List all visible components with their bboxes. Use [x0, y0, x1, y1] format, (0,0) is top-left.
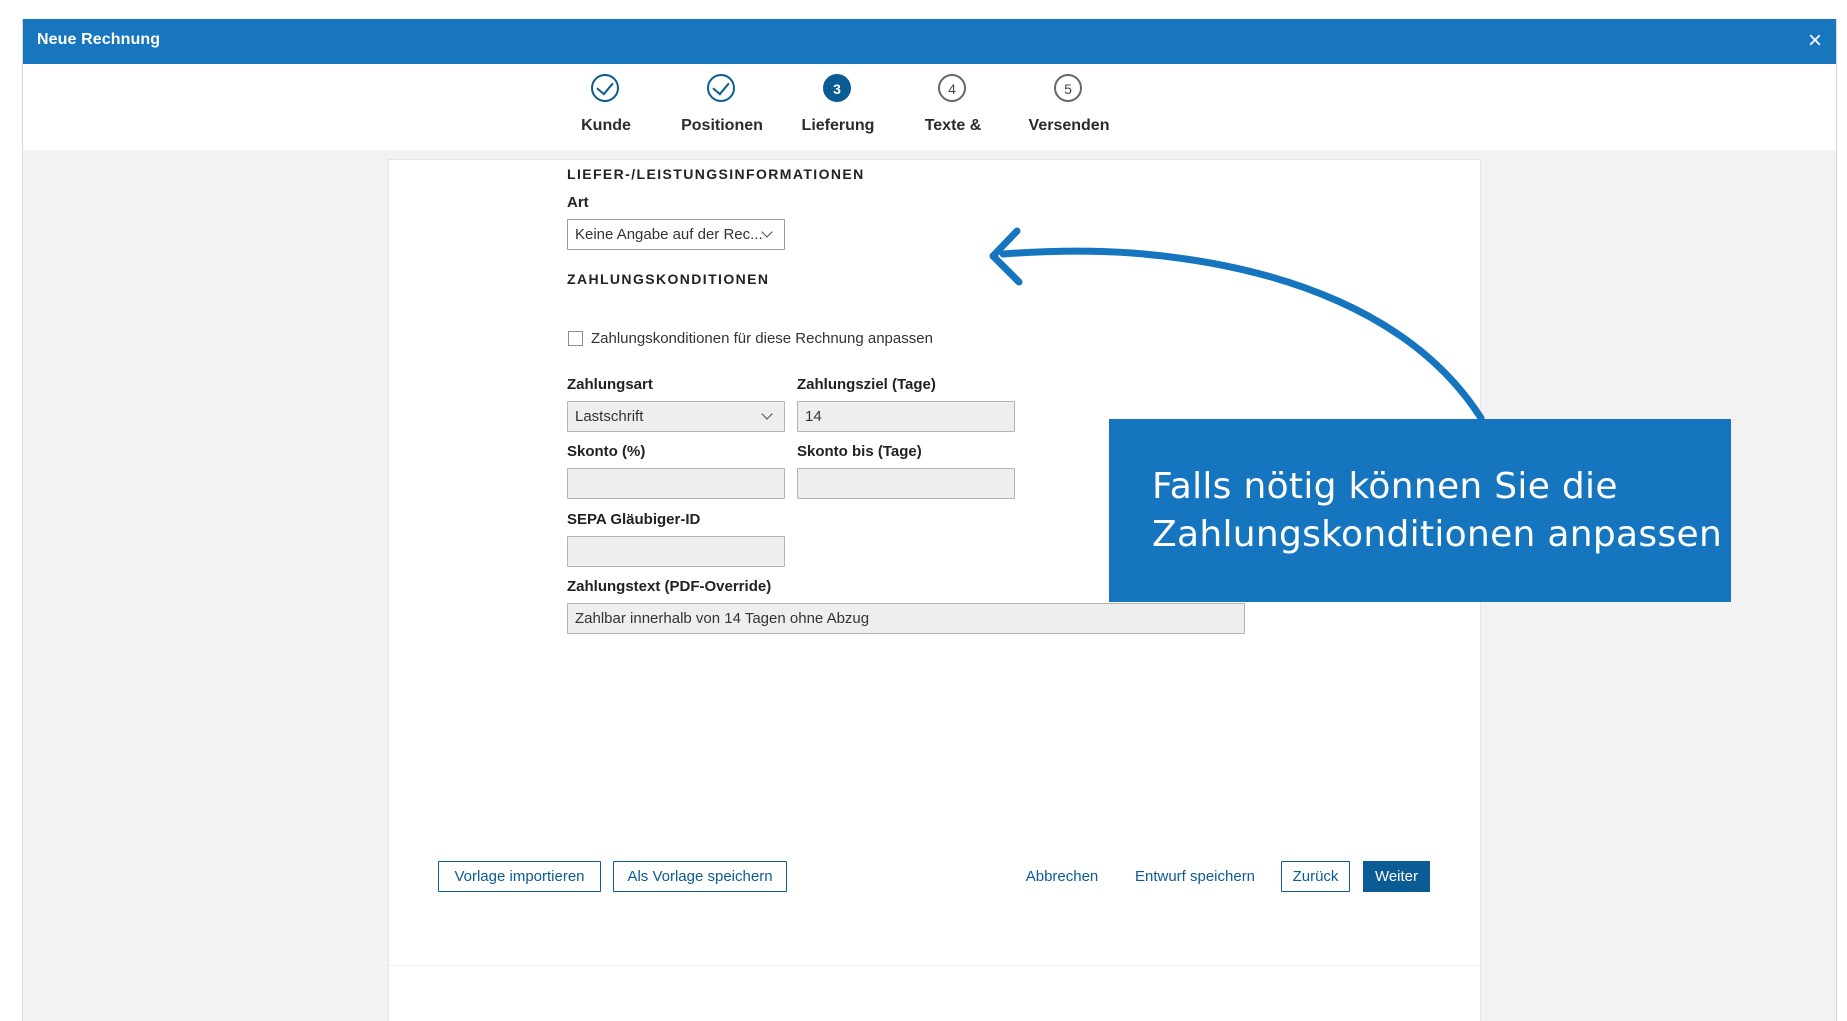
checkmark-icon	[712, 77, 730, 96]
back-button[interactable]: Zurück	[1281, 861, 1350, 892]
payment-due-days-label: Zahlungsziel (Tage)	[797, 376, 936, 393]
close-button[interactable]: ×	[1802, 28, 1828, 54]
step-customer[interactable]: Kunde	[541, 72, 671, 148]
delivery-section-title: LIEFER-/LEISTUNGSINFORMATIONEN	[567, 166, 865, 182]
payment-text-label: Zahlungstext (PDF-Override)	[567, 578, 772, 595]
close-icon: ×	[1807, 27, 1822, 54]
dialog-title: Neue Rechnung	[37, 31, 161, 48]
cancel-button[interactable]: Abbrechen	[1016, 861, 1108, 892]
step-delivery[interactable]: 3 Lieferung	[773, 72, 903, 148]
discount-percent-input[interactable]	[567, 468, 785, 499]
step-texts-label: Texte &	[924, 117, 982, 134]
chevron-down-icon	[761, 226, 773, 238]
payment-method-select[interactable]: Lastschrift	[567, 401, 785, 432]
payment-due-days-value: 14	[805, 408, 822, 425]
next-button[interactable]: Weiter	[1363, 861, 1430, 892]
import-template-button[interactable]: Vorlage importieren	[438, 861, 601, 892]
delivery-type-value: Keine Angabe auf der Rec...	[575, 226, 763, 243]
step-send-label: Versenden	[1028, 117, 1110, 134]
step-delivery-label: Lieferung	[801, 117, 875, 134]
discount-days-label: Skonto bis (Tage)	[797, 443, 922, 460]
delivery-type-label: Art	[567, 194, 589, 211]
payment-due-days-input[interactable]: 14	[797, 401, 1015, 432]
discount-days-input[interactable]	[797, 468, 1015, 499]
step-delivery-number: 3	[823, 74, 851, 102]
application-screen: Neue Rechnung × Kunde Positionen 3 Liefe…	[0, 0, 1847, 1021]
payment-text-input[interactable]: Zahlbar innerhalb von 14 Tagen ohne Abzu…	[567, 603, 1245, 634]
payment-text-value: Zahlbar innerhalb von 14 Tagen ohne Abzu…	[575, 610, 870, 627]
step-texts[interactable]: 4 Texte &	[888, 72, 1018, 148]
payment-method-label: Zahlungsart	[567, 376, 653, 393]
step-customer-label: Kunde	[581, 117, 631, 134]
payment-section-title: ZAHLUNGSKONDITIONEN	[567, 271, 770, 287]
step-send-number: 5	[1054, 74, 1082, 102]
customize-payment-terms-checkbox[interactable]	[568, 331, 583, 346]
footer-divider	[389, 965, 1480, 966]
chevron-down-icon	[761, 408, 773, 420]
checkmark-icon	[596, 77, 614, 96]
customize-payment-terms-label[interactable]: Zahlungskonditionen für diese Rechnung a…	[591, 330, 933, 347]
callout-line-1: Falls nötig können Sie die	[1152, 466, 1618, 507]
discount-percent-label: Skonto (%)	[567, 443, 646, 460]
step-positions[interactable]: Positionen	[657, 72, 787, 148]
step-positions-done-indicator	[707, 74, 735, 102]
step-send[interactable]: 5 Versenden	[1004, 72, 1134, 148]
step-texts-number: 4	[938, 74, 966, 102]
step-customer-done-indicator	[591, 74, 619, 102]
save-draft-button[interactable]: Entwurf speichern	[1124, 861, 1266, 892]
save-as-template-button[interactable]: Als Vorlage speichern	[613, 861, 787, 892]
sepa-creditor-id-label: SEPA Gläubiger-ID	[567, 511, 701, 528]
callout-line-2: Zahlungskonditionen anpassen	[1152, 514, 1723, 555]
dialog-titlebar: Neue Rechnung ×	[23, 19, 1836, 64]
help-callout: Falls nötig können Sie die Zahlungskondi…	[1109, 419, 1731, 602]
payment-method-value: Lastschrift	[575, 408, 644, 425]
delivery-type-select[interactable]: Keine Angabe auf der Rec...	[567, 219, 785, 250]
step-positions-label: Positionen	[681, 117, 763, 134]
sepa-creditor-id-input[interactable]	[567, 536, 785, 567]
invoice-stepper: Kunde Positionen 3 Lieferung 4 Texte & 5…	[23, 64, 1836, 163]
